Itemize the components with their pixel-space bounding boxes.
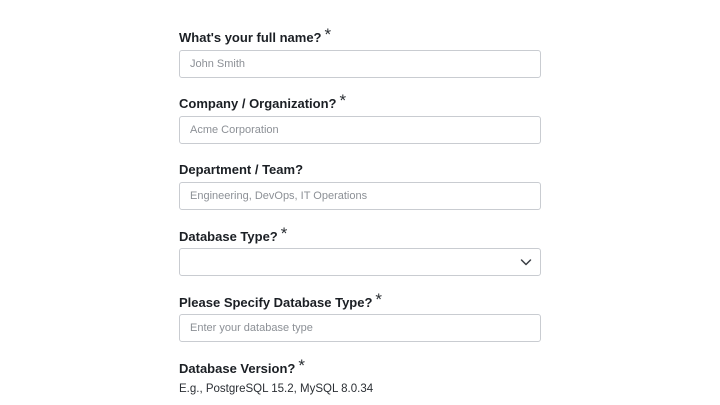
required-asterisk: * — [324, 25, 332, 44]
chevron-down-icon[interactable] — [520, 257, 532, 267]
required-asterisk: * — [280, 224, 288, 243]
full-name-input[interactable] — [179, 50, 541, 78]
database-version-label-text: Database Version? — [179, 361, 296, 376]
department-label: Department / Team? — [179, 162, 303, 178]
full-name-label-text: What's your full name? — [179, 30, 322, 45]
required-asterisk: * — [339, 91, 347, 110]
database-type-label-text: Database Type? — [179, 229, 278, 244]
company-label-text: Company / Organization? — [179, 96, 337, 111]
department-label-text: Department / Team? — [179, 162, 304, 177]
database-type-select[interactable] — [179, 248, 541, 276]
specify-database-type-input[interactable] — [179, 314, 541, 342]
database-version-label: Database Version? * — [179, 357, 305, 377]
specify-database-type-label: Please Specify Database Type? * — [179, 291, 382, 311]
company-input[interactable] — [179, 116, 541, 144]
full-name-label: What's your full name? * — [179, 26, 331, 46]
required-asterisk: * — [375, 290, 383, 309]
company-label: Company / Organization? * — [179, 92, 346, 112]
specify-database-type-label-text: Please Specify Database Type? — [179, 295, 373, 310]
database-type-label: Database Type? * — [179, 225, 287, 245]
required-asterisk: * — [298, 356, 305, 375]
department-input[interactable] — [179, 182, 541, 210]
database-version-hint: E.g., PostgreSQL 15.2, MySQL 8.0.34 — [179, 383, 374, 395]
